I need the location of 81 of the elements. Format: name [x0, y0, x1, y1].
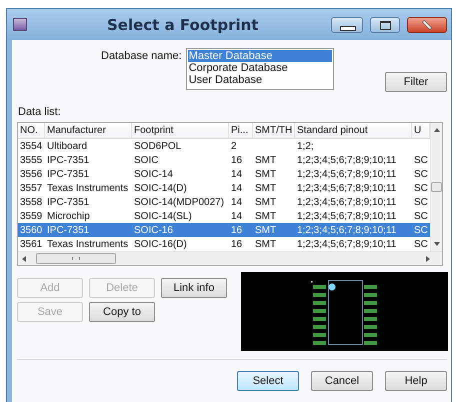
- table-cell-text: 14: [230, 182, 244, 194]
- table-cell-text: SOIC: [133, 154, 160, 166]
- table-cell-text: 3560: [19, 224, 44, 236]
- table-cell-text: SOIC-14(MDP0027): [133, 196, 226, 208]
- table-cell-text: Microchip: [46, 210, 91, 222]
- table-cell-text: SOIC-16: [133, 224, 174, 236]
- table-cell-text: SC: [413, 168, 429, 180]
- table-cell-text: SOIC-14(SL): [133, 210, 193, 222]
- table-cell-text: 3559: [19, 210, 44, 222]
- app-icon: [13, 18, 27, 31]
- table-cell-text: 3554: [19, 140, 44, 152]
- selected-row[interactable]: 3560 IPC-7351 SOIC-16 16 SMT 1;2;3;4;5;6;7;8;9;10;11 SC: [18, 223, 430, 237]
- dialog-button[interactable]: Cancel: [311, 371, 373, 391]
- table-cell-text: 1;2;3;4;5;6;7;8;9;10;11: [296, 196, 398, 208]
- table-cell-text: 3558: [19, 196, 44, 208]
- table-cell-text: 1;2;: [296, 140, 315, 152]
- column-header[interactable]: Pi...: [229, 123, 253, 138]
- table-cell-text: SMT: [254, 182, 278, 194]
- column-header[interactable]: Standard pinout: [295, 123, 412, 138]
- table-cell-text: 3561: [19, 238, 44, 250]
- table-cell-text: SOIC-14(D): [133, 182, 188, 194]
- table-cell-text: 1;2;3;4;5;6;7;8;9;10;11: [296, 182, 398, 194]
- table-cell-text: SC: [413, 224, 429, 236]
- maximize-button[interactable]: [370, 16, 400, 32]
- dialog-button[interactable]: Select: [237, 371, 299, 391]
- table-cell-text: 16: [230, 224, 244, 236]
- table-cell-text: 1;2;3;4;5;6;7;8;9;10;11: [296, 238, 398, 250]
- table-cell-text: 1;2;3;4;5;6;7;8;9;10;11: [296, 210, 398, 222]
- table-cell-text: 3555: [19, 154, 44, 166]
- table-cell-text: 1;2;3;4;5;6;7;8;9;10;11: [296, 154, 398, 166]
- table-cell-text: IPC-7351: [46, 154, 90, 166]
- table-cell-text: SOIC-16(D): [133, 238, 188, 250]
- table-cell-text: SC: [413, 238, 429, 250]
- table-cell-text: SOIC-14: [133, 168, 174, 180]
- table-cell-text: 1;2;3;4;5;6;7;8;9;10;11: [296, 168, 398, 180]
- table-cell-text: 2: [230, 140, 238, 152]
- table-cell-text: 14: [230, 196, 244, 208]
- column-header[interactable]: NO.: [18, 123, 45, 138]
- filter-button[interactable]: Filter: [385, 72, 447, 92]
- table-cell-text: Texas Instruments: [46, 182, 130, 194]
- list-item[interactable]: User Database: [188, 74, 332, 86]
- table-cell-text: IPC-7351: [46, 224, 90, 236]
- field-label: Database name:: [101, 50, 182, 62]
- action-button[interactable]: Link info: [161, 278, 227, 298]
- column-header[interactable]: Footprint: [132, 123, 229, 138]
- table-cell-text: 16: [230, 238, 244, 250]
- table-cell-text: SMT: [254, 224, 278, 236]
- table-cell-text: SMT: [254, 196, 278, 208]
- window-title: Select a Footprint: [107, 16, 260, 34]
- footprint-drawing: [311, 280, 377, 345]
- table-cell-text: SMT: [254, 154, 278, 166]
- table-cell-text: 3557: [19, 182, 44, 194]
- table-cell-text: SMT: [254, 238, 278, 250]
- close-button[interactable]: [407, 16, 447, 32]
- table-cell-text: SC: [413, 196, 429, 208]
- database-list[interactable]: Master Database Corporate Database User Database: [186, 48, 334, 90]
- table-cell-text: 14: [230, 168, 244, 180]
- column-header[interactable]: Manufacturer: [45, 123, 132, 138]
- list-item[interactable]: Corporate Database: [188, 62, 332, 74]
- table-cell-text: Texas Instruments: [46, 238, 130, 250]
- list-item[interactable]: Master Database: [188, 50, 332, 62]
- table-cell-text: SOD6POL: [133, 140, 182, 152]
- table-cell-text: Ultiboard: [46, 140, 88, 152]
- table-cell-text: SMT: [254, 210, 278, 222]
- column-header[interactable]: SMT/TH: [253, 123, 295, 138]
- table-cell-text: SC: [413, 182, 429, 194]
- table-cell-text: SC: [413, 210, 429, 222]
- action-button[interactable]: Copy to: [89, 302, 155, 322]
- table-cell-text: 1;2;3;4;5;6;7;8;9;10;11: [296, 224, 398, 236]
- table-cell-text: 3556: [19, 168, 44, 180]
- minimize-button[interactable]: [331, 16, 363, 32]
- vertical-scrollbar[interactable]: [430, 123, 442, 251]
- table-cell-text: SMT: [254, 168, 278, 180]
- horizontal-scrollbar[interactable]: [18, 251, 442, 265]
- table-cell-text: SC: [413, 154, 429, 166]
- table-cell-text: IPC-7351: [46, 168, 90, 180]
- table-cell-text: IPC-7351: [46, 196, 90, 208]
- table-cell-text: 16: [230, 154, 244, 166]
- section-label: Data list:: [18, 106, 62, 118]
- dialog-button[interactable]: Help: [385, 371, 447, 391]
- table-cell-text: 14: [230, 210, 244, 222]
